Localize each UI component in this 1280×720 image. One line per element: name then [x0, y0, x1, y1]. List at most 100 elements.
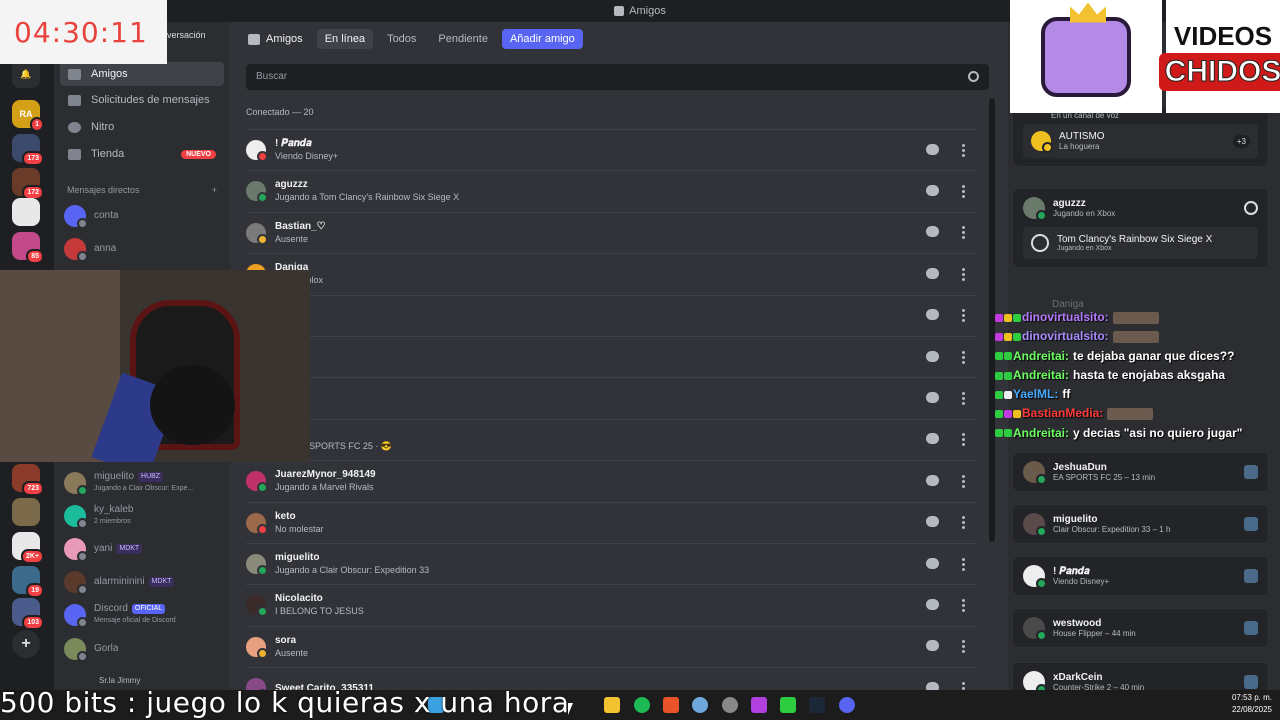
friend-row[interactable]: keto No molestar [246, 501, 976, 543]
avatar [1023, 197, 1047, 221]
more-options-icon[interactable] [957, 640, 970, 654]
server-icon[interactable] [12, 198, 40, 226]
friend-row[interactable]: Nicolacito I BELONG TO JESUS [246, 584, 976, 625]
friend-name: sora [275, 634, 297, 646]
message-icon[interactable] [926, 516, 939, 528]
dm-item[interactable]: anna [64, 234, 224, 264]
message-icon[interactable] [926, 226, 939, 238]
message-icon[interactable] [926, 309, 939, 321]
friend-status: Jugando a Marvel Rivals [275, 482, 374, 493]
chat-badge-icon [1013, 332, 1021, 341]
more-options-icon[interactable] [957, 226, 970, 240]
more-options-icon[interactable] [957, 350, 970, 364]
add-friend-button[interactable]: Añadir amigo [501, 29, 583, 49]
server-icon[interactable]: 2K+ [12, 532, 44, 564]
sidebar-item-message-requests[interactable]: Solicitudes de mensajes [60, 88, 224, 112]
more-options-icon[interactable] [957, 598, 970, 612]
server-icon[interactable]: 103 [12, 598, 44, 630]
add-dm-button[interactable]: + [212, 185, 217, 195]
server-icon[interactable]: 173 [12, 134, 44, 166]
message-icon[interactable] [926, 557, 939, 569]
dm-item[interactable]: alarmininini MDKT [64, 567, 224, 597]
chat-message: YaelML: ff [995, 385, 1280, 404]
dm-item[interactable]: conta [64, 201, 224, 231]
friend-row[interactable]: mer [246, 294, 976, 336]
friend-name: aguzzz [275, 179, 308, 191]
message-icon[interactable] [926, 143, 939, 155]
friend-row[interactable]: ! 𝑷𝒂𝒏𝒅𝒂 Viendo Disney+ [246, 129, 976, 170]
message-icon[interactable] [926, 474, 939, 486]
server-icon[interactable] [12, 498, 40, 526]
message-icon[interactable] [926, 391, 939, 403]
mail-icon [68, 94, 81, 106]
videos-chidos-logo: VIDEOS CHIDOS [1158, 0, 1280, 113]
friend-row[interactable]: Dundo a EA SPORTS FC 25 · 😎 [246, 418, 976, 460]
more-options-icon[interactable] [957, 184, 970, 198]
chat-badge-icon [1004, 390, 1012, 399]
message-icon[interactable] [926, 598, 939, 610]
friend-row[interactable] [246, 377, 976, 418]
more-options-icon[interactable] [957, 433, 970, 447]
app-icon[interactable] [751, 697, 767, 713]
sidebar-item-nitro[interactable]: Nitro [60, 115, 224, 139]
dm-item[interactable]: Gorla [64, 634, 224, 664]
server-icon[interactable]: 85 [12, 232, 44, 264]
friend-row[interactable]: Ever [246, 336, 976, 377]
more-options-icon[interactable] [957, 267, 970, 281]
dm-item[interactable]: ky_kaleb 2 miembros [64, 501, 224, 531]
friend-row[interactable]: JuarezMynor_948149 Jugando a Marvel Rival… [246, 460, 976, 501]
tab-online[interactable]: En línea [316, 29, 374, 49]
voice-activity-card[interactable]: En un canal de voz AUTISMO La hoguera +3 [1012, 106, 1269, 167]
tab-all[interactable]: Todos [379, 29, 424, 49]
message-icon[interactable] [926, 267, 939, 279]
activity-card[interactable]: JeshuaDun EA SPORTS FC 25 – 13 min [1012, 452, 1269, 492]
friend-status: I BELONG TO JESUS [275, 606, 364, 617]
more-options-icon[interactable] [957, 557, 970, 571]
folder-icon[interactable] [604, 697, 620, 713]
friend-row[interactable]: Danigado a Roblox [246, 253, 976, 294]
tab-pending[interactable]: Pendiente [430, 29, 496, 49]
more-options-icon[interactable] [957, 391, 970, 405]
server-icon[interactable]: 172 [12, 168, 44, 200]
more-options-icon[interactable] [957, 516, 970, 530]
server-icon[interactable]: RA 1 [12, 100, 44, 132]
system-tray-clock[interactable]: 07:53 p. m. 22/08/2025 [1232, 692, 1272, 716]
sidebar-item-shop[interactable]: Tienda NUEVO [60, 142, 224, 166]
brave-icon[interactable] [663, 697, 679, 713]
app-icon[interactable] [692, 697, 708, 713]
more-options-icon[interactable] [957, 474, 970, 488]
discord-icon[interactable] [839, 697, 855, 713]
server-icon[interactable]: 723 [12, 464, 44, 496]
more-options-icon[interactable] [957, 309, 970, 323]
message-icon[interactable] [926, 184, 939, 196]
friends-icon [68, 68, 81, 80]
activity-card[interactable]: miguelito Clair Obscur: Expedition 33 – 1… [1012, 504, 1269, 544]
friend-row[interactable]: aguzzz Jugando a Tom Clancy's Rainbow Six… [246, 170, 976, 211]
chat-username: Andreitai: [1013, 425, 1070, 440]
dm-item[interactable]: yani MDKT [64, 534, 224, 564]
friend-name: Nicolacito [275, 593, 323, 605]
message-icon[interactable] [926, 433, 939, 445]
friend-status: Jugando a Clair Obscur: Expedition 33 [275, 565, 430, 575]
spotify-icon[interactable] [634, 697, 650, 713]
activity-card[interactable]: ! 𝑷𝒂𝒏𝒅𝒂 Viendo Disney+ [1012, 556, 1269, 596]
more-options-icon[interactable] [957, 143, 970, 157]
message-icon[interactable] [926, 640, 939, 652]
dm-item[interactable]: Discord OFICIAL Mensaje oficial de Discord [64, 600, 224, 630]
activity-card[interactable]: westwood House Flipper – 44 min [1012, 608, 1269, 648]
add-server-icon[interactable]: + [12, 630, 40, 658]
message-icon[interactable] [926, 350, 939, 362]
steam-icon[interactable] [809, 697, 825, 713]
inbox-bell-icon[interactable]: 🔔 [12, 60, 40, 88]
search-input[interactable]: Buscar [246, 64, 989, 90]
activity-card[interactable]: aguzzz Jugando en Xbox Tom Clancy's Rainb… [1012, 188, 1269, 268]
chat-username: dinovirtualsito: [1022, 329, 1109, 344]
app-icon[interactable] [780, 697, 796, 713]
friend-row[interactable]: Bastian_♡ Ausente [246, 211, 976, 253]
dm-item[interactable]: miguelito HUBZ Jugando a Clair Obscur: Exp… [64, 468, 224, 498]
sidebar-item-friends[interactable]: Amigos [60, 62, 224, 86]
friend-row[interactable]: sora Ausente [246, 625, 976, 667]
server-icon[interactable]: 19 [12, 566, 44, 598]
obs-icon[interactable] [722, 697, 738, 713]
friend-row[interactable]: miguelito Jugando a Clair Obscur: Expedit… [246, 543, 976, 584]
